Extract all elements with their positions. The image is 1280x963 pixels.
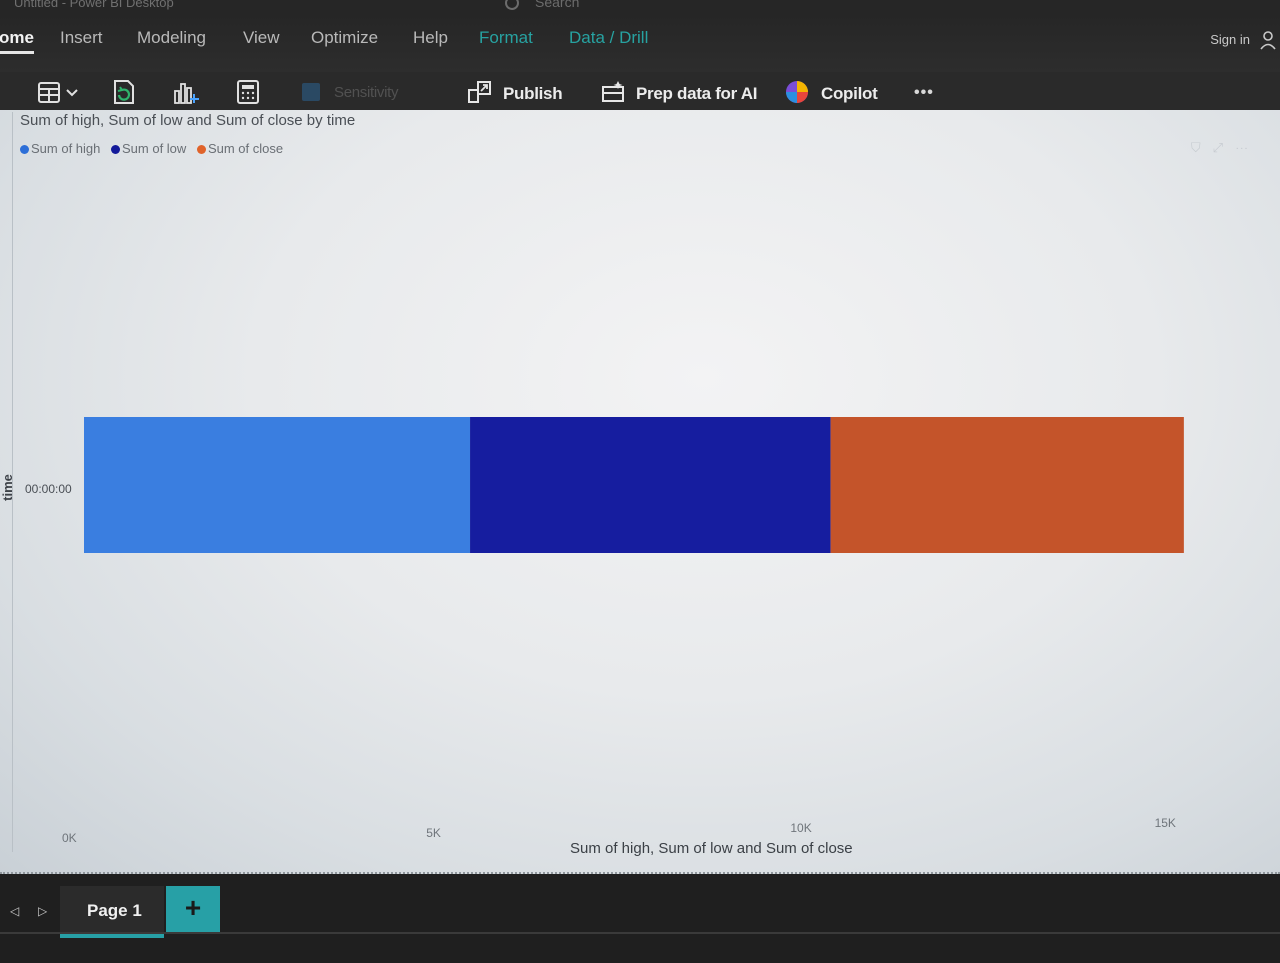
status-bar bbox=[0, 932, 1280, 934]
title-bar: Untitled - Power BI Desktop Search bbox=[0, 0, 1280, 14]
power-bi-window: Untitled - Power BI Desktop Search ome I… bbox=[0, 0, 1280, 963]
x-tick-label: 5K bbox=[426, 826, 441, 840]
more-options-button[interactable]: ••• bbox=[914, 84, 934, 102]
sensitivity-icon bbox=[302, 83, 320, 101]
user-icon[interactable] bbox=[1260, 30, 1276, 50]
publish-button[interactable]: Publish bbox=[503, 84, 563, 104]
tab-home[interactable]: ome bbox=[0, 28, 34, 54]
page-tab-page-1[interactable]: Page 1 bbox=[60, 886, 164, 938]
next-page-icon[interactable]: ▷ bbox=[38, 904, 47, 918]
prev-page-icon[interactable]: ◁ bbox=[10, 904, 19, 918]
ribbon-tabs: ome Insert Modeling View Optimize Help F… bbox=[0, 14, 1280, 72]
copilot-button[interactable]: Copilot bbox=[821, 84, 878, 104]
prep-data-icon[interactable] bbox=[600, 78, 628, 106]
x-tick-label: 10K bbox=[790, 821, 811, 835]
tab-help[interactable]: Help bbox=[413, 28, 448, 48]
tab-insert[interactable]: Insert bbox=[60, 28, 103, 48]
bar-segment-sum-of-close[interactable] bbox=[830, 417, 1184, 553]
ribbon-toolbar: Sensitivity Publish Prep data for AI Cop… bbox=[0, 72, 1280, 114]
refresh-icon[interactable] bbox=[110, 78, 138, 106]
copilot-icon[interactable] bbox=[783, 78, 811, 106]
new-visual-icon[interactable] bbox=[172, 78, 200, 106]
calculator-icon[interactable] bbox=[234, 78, 262, 106]
tab-modeling[interactable]: Modeling bbox=[137, 28, 206, 48]
x-axis-title: Sum of high, Sum of low and Sum of close bbox=[570, 840, 853, 857]
page-tab-bar: ◁ ▷ Page 1 + bbox=[0, 878, 1280, 963]
prep-data-button[interactable]: Prep data for AI bbox=[636, 84, 757, 104]
tab-optimize[interactable]: Optimize bbox=[311, 28, 378, 48]
page-boundary bbox=[0, 872, 1280, 875]
page-tab-label: Page 1 bbox=[87, 901, 142, 920]
x-tick-label: 0K bbox=[62, 831, 77, 845]
x-tick-label: 15K bbox=[1155, 816, 1176, 830]
search-icon bbox=[505, 0, 519, 11]
bar-segment-sum-of-high[interactable] bbox=[84, 417, 471, 553]
tab-view[interactable]: View bbox=[243, 28, 280, 48]
sign-in-link[interactable]: Sign in bbox=[1210, 32, 1250, 47]
sensitivity-button: Sensitivity bbox=[334, 84, 399, 101]
chart-plot: 0K 5K 10K 15K bbox=[62, 417, 1184, 845]
search-box[interactable]: Search bbox=[505, 0, 580, 11]
tab-data-drill[interactable]: Data / Drill bbox=[569, 28, 648, 48]
window-title: Untitled - Power BI Desktop bbox=[14, 0, 174, 10]
report-canvas[interactable]: Sum of high, Sum of low and Sum of close… bbox=[0, 110, 1280, 874]
publish-icon[interactable] bbox=[466, 78, 494, 106]
search-placeholder: Search bbox=[535, 0, 580, 10]
bar-segment-sum-of-low[interactable] bbox=[470, 417, 831, 553]
get-data-icon[interactable] bbox=[36, 78, 84, 106]
tab-format[interactable]: Format bbox=[479, 28, 533, 48]
add-page-button[interactable]: + bbox=[166, 886, 220, 934]
